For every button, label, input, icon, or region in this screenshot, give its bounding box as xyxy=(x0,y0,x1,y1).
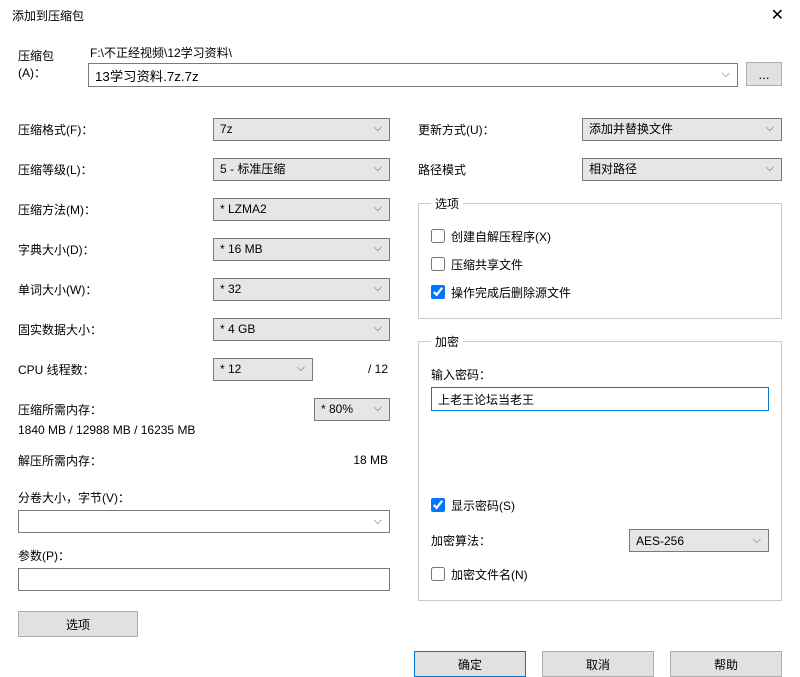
method-label: 压缩方法(M)： xyxy=(18,201,213,218)
pathmode-select[interactable]: 相对路径 xyxy=(582,158,782,181)
enc-names-checkbox[interactable] xyxy=(431,567,445,581)
solid-label: 固实数据大小： xyxy=(18,321,213,338)
password-label: 输入密码： xyxy=(431,366,769,383)
update-select[interactable]: 添加并替换文件 xyxy=(582,118,782,141)
level-label: 压缩等级(L)： xyxy=(18,161,213,178)
browse-button[interactable]: ... xyxy=(746,62,782,86)
delete-checkbox[interactable] xyxy=(431,285,445,299)
cpu-select[interactable]: * 12 xyxy=(213,358,313,381)
delete-label: 操作完成后删除源文件 xyxy=(451,284,571,301)
params-input[interactable] xyxy=(18,568,390,591)
showpw-label: 显示密码(S) xyxy=(451,497,515,514)
enc-alg-select[interactable]: AES-256 xyxy=(629,529,769,552)
solid-select[interactable]: * 4 GB xyxy=(213,318,390,341)
volume-select[interactable] xyxy=(18,510,390,533)
word-select[interactable]: * 32 xyxy=(213,278,390,301)
share-label: 压缩共享文件 xyxy=(451,256,523,273)
sfx-checkbox[interactable] xyxy=(431,229,445,243)
archive-path: F:\不正经视频\12学习资料\ xyxy=(88,44,738,61)
password-input[interactable] xyxy=(431,387,769,411)
pathmode-label: 路径模式 xyxy=(418,161,582,178)
mem-decompress-label: 解压所需内存： xyxy=(18,452,102,469)
ok-button[interactable]: 确定 xyxy=(414,651,526,677)
method-select[interactable]: * LZMA2 xyxy=(213,198,390,221)
options-legend: 选项 xyxy=(431,195,463,212)
cpu-label: CPU 线程数： xyxy=(18,361,213,378)
encryption-group: 加密 输入密码： 显示密码(S) 加密算法： AES-256 加密文件名(N) xyxy=(418,333,782,601)
format-select[interactable]: 7z xyxy=(213,118,390,141)
help-button[interactable]: 帮助 xyxy=(670,651,782,677)
level-select[interactable]: 5 - 标准压缩 xyxy=(213,158,390,181)
dict-select[interactable]: * 16 MB xyxy=(213,238,390,261)
mem-decompress-value: 18 MB xyxy=(353,453,390,467)
mem-pct-select[interactable]: * 80% xyxy=(314,398,390,421)
showpw-checkbox[interactable] xyxy=(431,498,445,512)
window-title: 添加到压缩包 xyxy=(12,7,84,24)
share-checkbox[interactable] xyxy=(431,257,445,271)
enc-names-label: 加密文件名(N) xyxy=(451,566,528,583)
close-icon[interactable]: ✕ xyxy=(765,5,790,25)
volume-label: 分卷大小，字节(V)： xyxy=(18,489,390,506)
sfx-label: 创建自解压程序(X) xyxy=(451,228,551,245)
format-label: 压缩格式(F)： xyxy=(18,121,213,138)
word-label: 单词大小(W)： xyxy=(18,281,213,298)
dict-label: 字典大小(D)： xyxy=(18,241,213,258)
cancel-button[interactable]: 取消 xyxy=(542,651,654,677)
update-label: 更新方式(U)： xyxy=(418,121,582,138)
options-group: 选项 创建自解压程序(X) 压缩共享文件 操作完成后删除源文件 xyxy=(418,195,782,319)
enc-alg-label: 加密算法： xyxy=(431,532,491,549)
mem-compress-value: 1840 MB / 12988 MB / 16235 MB xyxy=(18,423,390,437)
mem-compress-label: 压缩所需内存： xyxy=(18,401,102,418)
cpu-total: / 12 xyxy=(368,362,390,376)
archive-label: 压缩包(A)： xyxy=(18,47,80,87)
archive-filename-input[interactable] xyxy=(88,63,738,87)
params-label: 参数(P)： xyxy=(18,547,390,564)
encryption-legend: 加密 xyxy=(431,333,463,350)
left-options-button[interactable]: 选项 xyxy=(18,611,138,637)
